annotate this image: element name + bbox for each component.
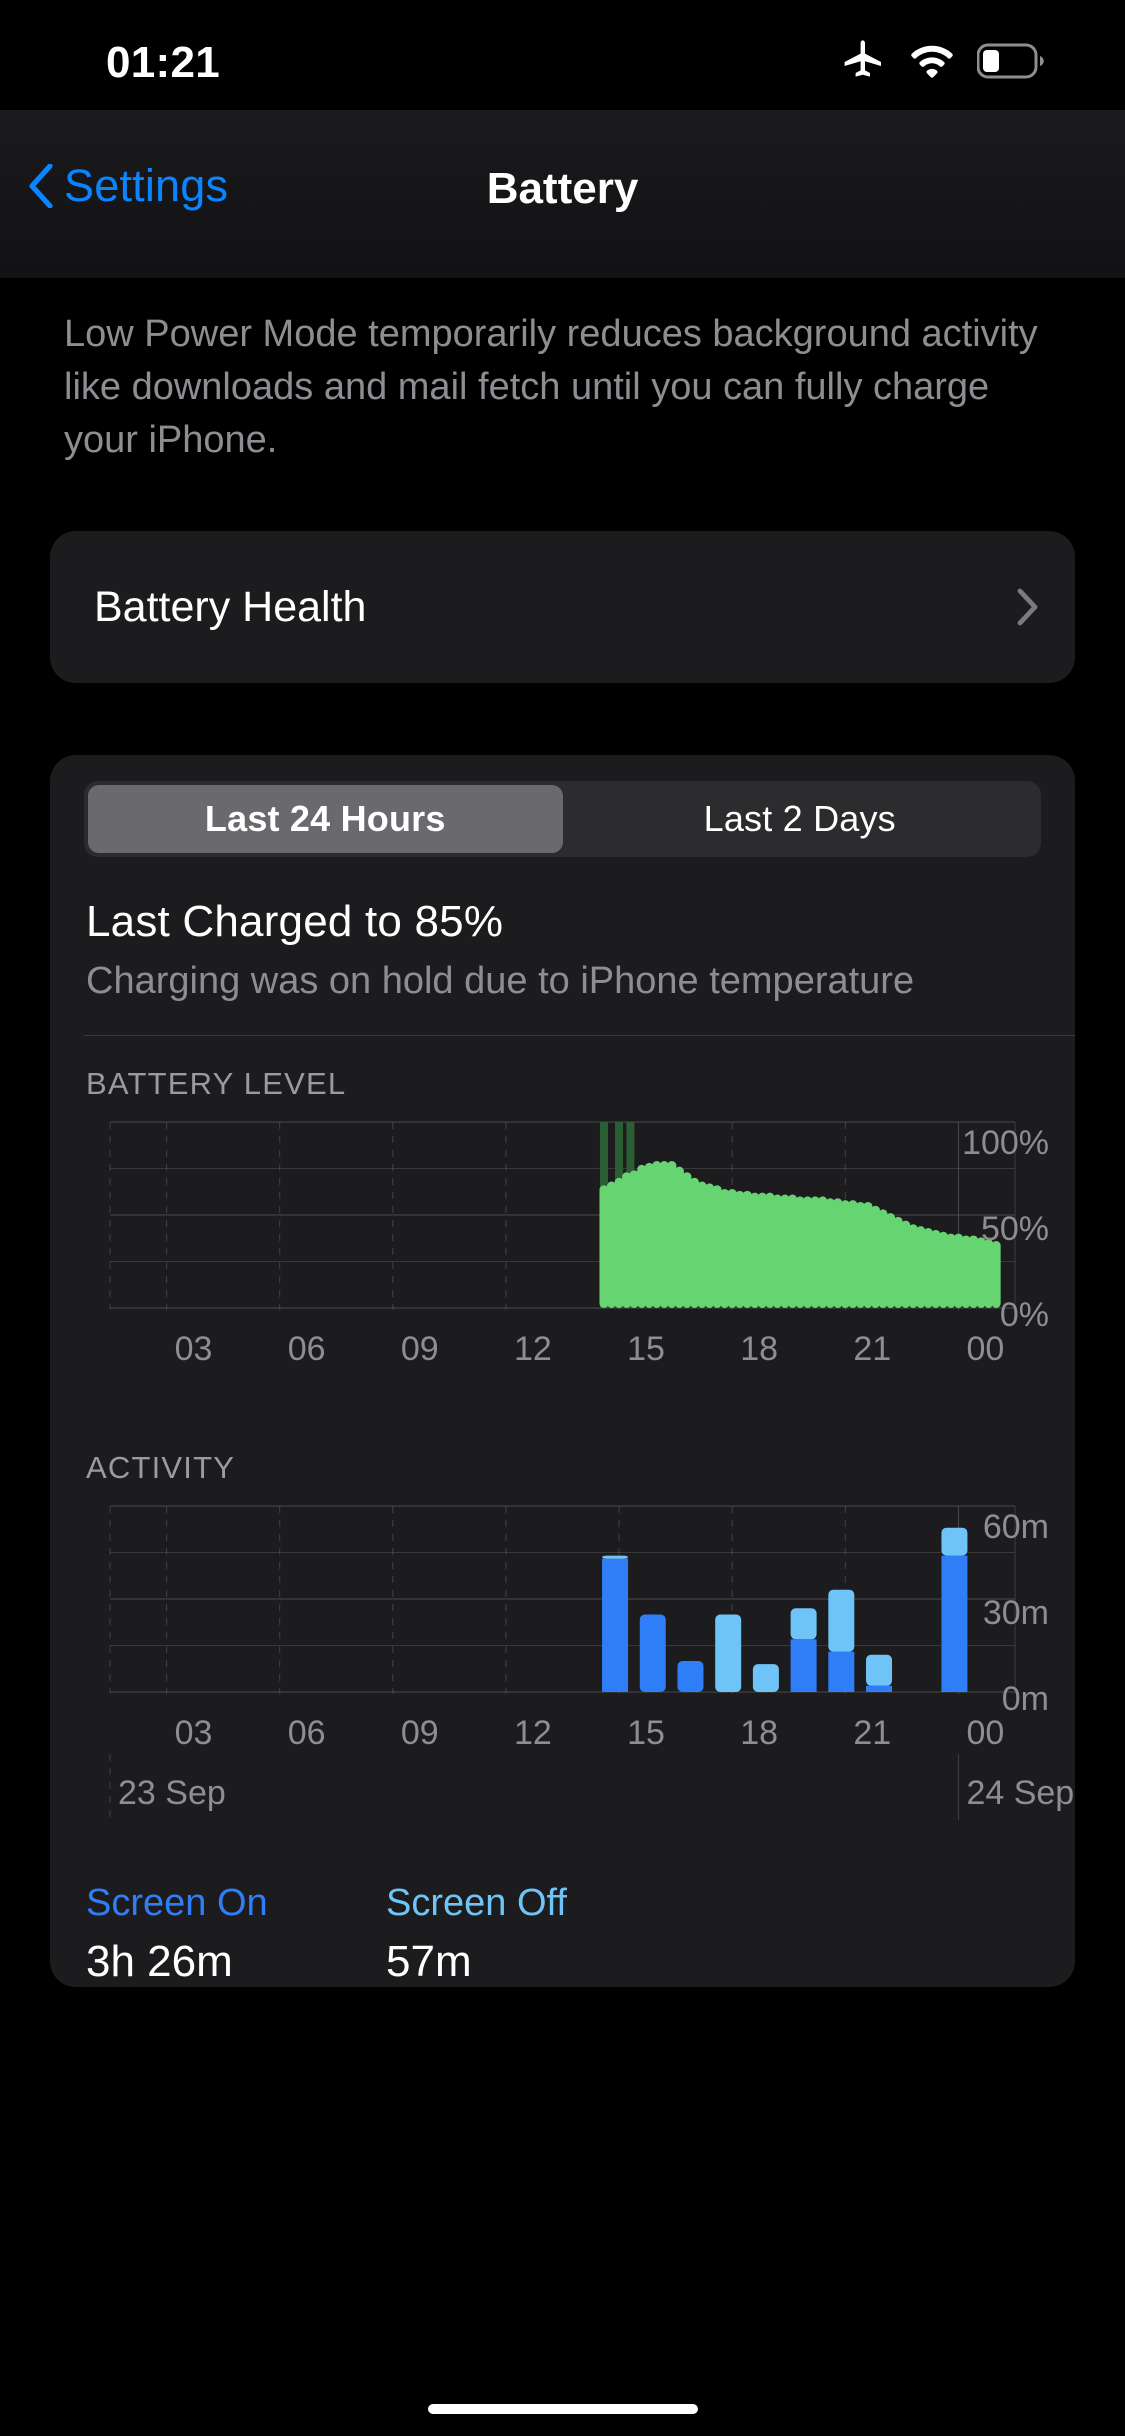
- svg-text:09: 09: [401, 1714, 439, 1752]
- ytick-0: 0%: [999, 1296, 1049, 1334]
- battery-health-card: Battery Health: [50, 531, 1075, 683]
- svg-text:18: 18: [740, 1330, 778, 1368]
- svg-text:00: 00: [966, 1714, 1004, 1752]
- svg-text:12: 12: [514, 1330, 552, 1368]
- ytick-0m: 0m: [1001, 1680, 1049, 1718]
- svg-text:24 Sep: 24 Sep: [966, 1774, 1074, 1812]
- activity-chart[interactable]: 03 06 09 12 15 18 21 00 23 Sep 24 Sep 60m 30m 0m: [50, 1502, 1075, 1832]
- usage-summary: Screen On 3h 26m Screen Off 57m: [50, 1832, 1075, 1987]
- svg-text:06: 06: [288, 1330, 326, 1368]
- ytick-60m: 60m: [982, 1508, 1049, 1546]
- segment-last-2-days[interactable]: Last 2 Days: [563, 785, 1038, 853]
- ytick-30m: 30m: [982, 1594, 1049, 1632]
- activity-heading: ACTIVITY: [86, 1450, 236, 1485]
- screen-off-label: Screen Off: [386, 1882, 567, 1924]
- status-icons: [839, 37, 1047, 90]
- battery-health-label: Battery Health: [94, 582, 367, 631]
- battery-icon: [976, 43, 1047, 84]
- page-title: Battery: [486, 164, 639, 213]
- svg-text:03: 03: [175, 1714, 213, 1752]
- airplane-icon: [839, 37, 887, 90]
- battery-level-chart[interactable]: 03 06 09 12 15 18 21 00 100% 50% 0%: [50, 1118, 1075, 1408]
- svg-text:03: 03: [175, 1330, 213, 1368]
- svg-text:00: 00: [966, 1330, 1004, 1368]
- wifi-icon: [907, 37, 957, 90]
- screen-off-value: 57m: [386, 1937, 472, 1986]
- battery-health-row[interactable]: Battery Health: [50, 531, 1075, 683]
- low-power-mode-footnote: Low Power Mode temporarily reduces backg…: [64, 313, 1038, 461]
- iphone-screen: 01:21 Settings Battery Low Power Mode te…: [0, 0, 1125, 2436]
- battery-level-plot: 03 06 09 12 15 18 21 00: [109, 1121, 1016, 1368]
- screen-on-stat: Screen On 3h 26m: [86, 1882, 386, 1987]
- battery-level-heading: BATTERY LEVEL: [86, 1066, 347, 1101]
- svg-text:06: 06: [288, 1714, 326, 1752]
- last-charged-subtitle: Charging was on hold due to iPhone tempe…: [86, 960, 915, 1002]
- screen-on-label: Screen On: [86, 1882, 268, 1924]
- battery-usage-card: Last 24 Hours Last 2 Days Last Charged t…: [50, 755, 1075, 1987]
- status-bar: 01:21: [0, 0, 1125, 110]
- svg-text:15: 15: [627, 1714, 665, 1752]
- ytick-50: 50%: [980, 1210, 1049, 1248]
- svg-text:23 Sep: 23 Sep: [118, 1774, 226, 1812]
- time-range-segmented-control[interactable]: Last 24 Hours Last 2 Days: [84, 781, 1041, 857]
- nav-bar: Settings Battery: [0, 110, 1125, 278]
- screen-off-stat: Screen Off 57m: [386, 1882, 686, 1987]
- chevron-right-icon: [1017, 588, 1039, 626]
- svg-text:18: 18: [740, 1714, 778, 1752]
- segment-last-24-hours[interactable]: Last 24 Hours: [88, 785, 563, 853]
- svg-text:21: 21: [853, 1330, 891, 1368]
- svg-text:09: 09: [401, 1330, 439, 1368]
- last-charged-title: Last Charged to 85%: [86, 897, 504, 946]
- screen-on-value: 3h 26m: [86, 1937, 233, 1986]
- ytick-100: 100%: [962, 1124, 1049, 1162]
- home-indicator[interactable]: [427, 2404, 698, 2414]
- svg-text:21: 21: [853, 1714, 891, 1752]
- svg-text:12: 12: [514, 1714, 552, 1752]
- svg-text:15: 15: [627, 1330, 665, 1368]
- activity-plot: 03 06 09 12 15 18 21 00 23 Sep 24 Sep: [109, 1505, 1074, 1820]
- status-time: 01:21: [106, 38, 221, 87]
- scroll-content[interactable]: Low Power Mode temporarily reduces backg…: [0, 278, 1125, 1987]
